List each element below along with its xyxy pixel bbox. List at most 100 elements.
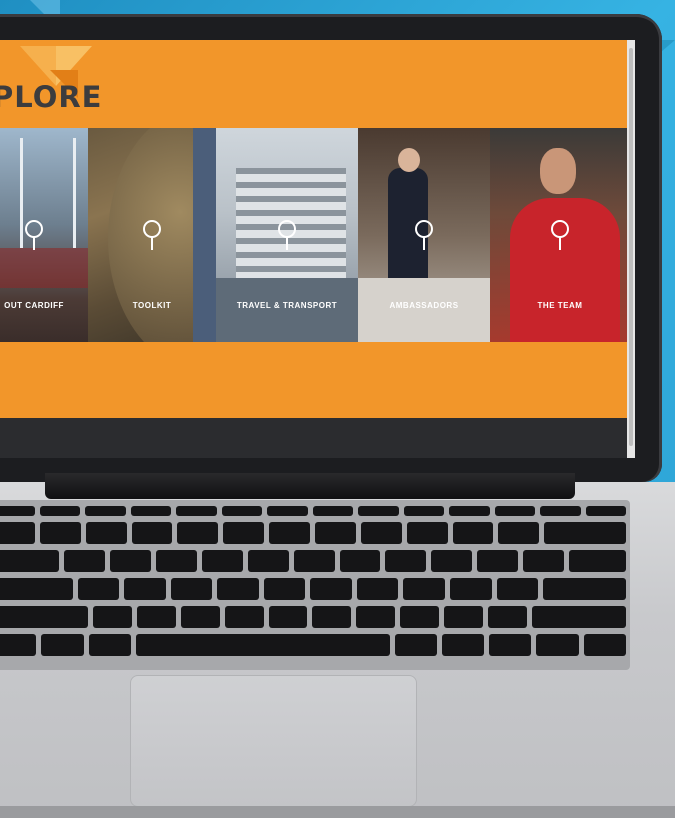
tile-the-team[interactable]: THE TEAM (490, 128, 630, 342)
key[interactable] (221, 506, 262, 516)
tile-about-cardiff[interactable]: OUT CARDIFF (0, 128, 88, 342)
laptop-screen: PLORE OUT CARDIFF TOOLKIT TRAVEL & TRANS… (0, 40, 635, 458)
key[interactable] (540, 506, 581, 516)
key[interactable] (247, 550, 289, 572)
key[interactable] (39, 522, 81, 544)
tile-label: TOOLKIT (132, 301, 172, 310)
key[interactable] (85, 522, 127, 544)
key[interactable] (522, 550, 564, 572)
key[interactable] (64, 550, 106, 572)
trackpad[interactable] (130, 675, 417, 807)
key[interactable] (0, 506, 35, 516)
tile-strip: OUT CARDIFF TOOLKIT TRAVEL & TRANSPORT A… (0, 128, 630, 342)
key[interactable] (358, 506, 399, 516)
footer-bar (0, 418, 635, 458)
key[interactable] (217, 578, 259, 600)
location-pin-icon (415, 220, 433, 250)
key[interactable] (201, 550, 243, 572)
laptop-base-edge (0, 806, 675, 818)
key[interactable] (223, 522, 265, 544)
key[interactable] (92, 606, 132, 628)
key[interactable] (269, 522, 311, 544)
key[interactable] (494, 506, 535, 516)
key[interactable] (110, 550, 152, 572)
key[interactable] (39, 506, 80, 516)
key[interactable] (293, 550, 335, 572)
key[interactable] (360, 522, 402, 544)
key[interactable] (131, 522, 173, 544)
key[interactable] (406, 522, 448, 544)
key[interactable] (224, 606, 264, 628)
location-pin-icon (25, 220, 43, 250)
tile-label: TRAVEL & TRANSPORT (236, 301, 338, 310)
key[interactable] (312, 506, 353, 516)
spacebar[interactable] (135, 634, 390, 656)
key[interactable] (403, 506, 444, 516)
key[interactable] (312, 606, 352, 628)
key[interactable] (177, 522, 219, 544)
key[interactable] (124, 578, 166, 600)
key[interactable] (441, 634, 485, 656)
key[interactable] (0, 550, 60, 572)
key[interactable] (385, 550, 427, 572)
header-band: PLORE (0, 40, 635, 128)
key[interactable] (543, 578, 627, 600)
tile-label: AMBASSADORS (389, 301, 459, 310)
key[interactable] (268, 606, 308, 628)
key[interactable] (400, 606, 440, 628)
key[interactable] (488, 606, 528, 628)
key[interactable] (85, 506, 126, 516)
key[interactable] (544, 522, 627, 544)
key[interactable] (41, 634, 84, 656)
keyboard (0, 500, 630, 670)
key[interactable] (310, 578, 352, 600)
key[interactable] (452, 522, 494, 544)
location-pin-icon (143, 220, 161, 250)
key[interactable] (489, 634, 532, 656)
key[interactable] (450, 578, 492, 600)
key[interactable] (532, 606, 626, 628)
key[interactable] (444, 606, 484, 628)
key[interactable] (431, 550, 473, 572)
key[interactable] (0, 634, 37, 656)
tile-travel-transport[interactable]: TRAVEL & TRANSPORT (216, 128, 358, 342)
key[interactable] (263, 578, 306, 600)
key[interactable] (496, 578, 539, 600)
key[interactable] (130, 506, 171, 516)
key[interactable] (394, 634, 437, 656)
tile-ambassadors[interactable]: AMBASSADORS (358, 128, 490, 342)
key[interactable] (0, 578, 73, 600)
key[interactable] (170, 578, 213, 600)
key[interactable] (176, 506, 217, 516)
key[interactable] (568, 550, 627, 572)
page-title: PLORE (0, 80, 103, 114)
key[interactable] (536, 634, 579, 656)
tile-toolkit[interactable]: TOOLKIT (88, 128, 216, 342)
key[interactable] (0, 606, 88, 628)
scrollbar-thumb[interactable] (629, 48, 633, 446)
key[interactable] (583, 634, 626, 656)
orange-band (0, 342, 635, 418)
laptop-hinge (45, 473, 575, 499)
key[interactable] (0, 522, 35, 544)
tile-label: THE TEAM (537, 301, 583, 310)
location-pin-icon (551, 220, 569, 250)
key[interactable] (356, 606, 396, 628)
key[interactable] (88, 634, 131, 656)
key[interactable] (339, 550, 381, 572)
key[interactable] (136, 606, 176, 628)
tile-label: OUT CARDIFF (4, 301, 64, 310)
key[interactable] (585, 506, 626, 516)
key[interactable] (156, 550, 197, 572)
key[interactable] (77, 578, 120, 600)
scrollbar[interactable] (627, 40, 635, 458)
key[interactable] (267, 506, 308, 516)
key[interactable] (315, 522, 356, 544)
key[interactable] (356, 578, 399, 600)
key[interactable] (403, 578, 445, 600)
key[interactable] (477, 550, 518, 572)
key[interactable] (180, 606, 220, 628)
key[interactable] (498, 522, 540, 544)
location-pin-icon (278, 220, 296, 250)
key[interactable] (449, 506, 490, 516)
